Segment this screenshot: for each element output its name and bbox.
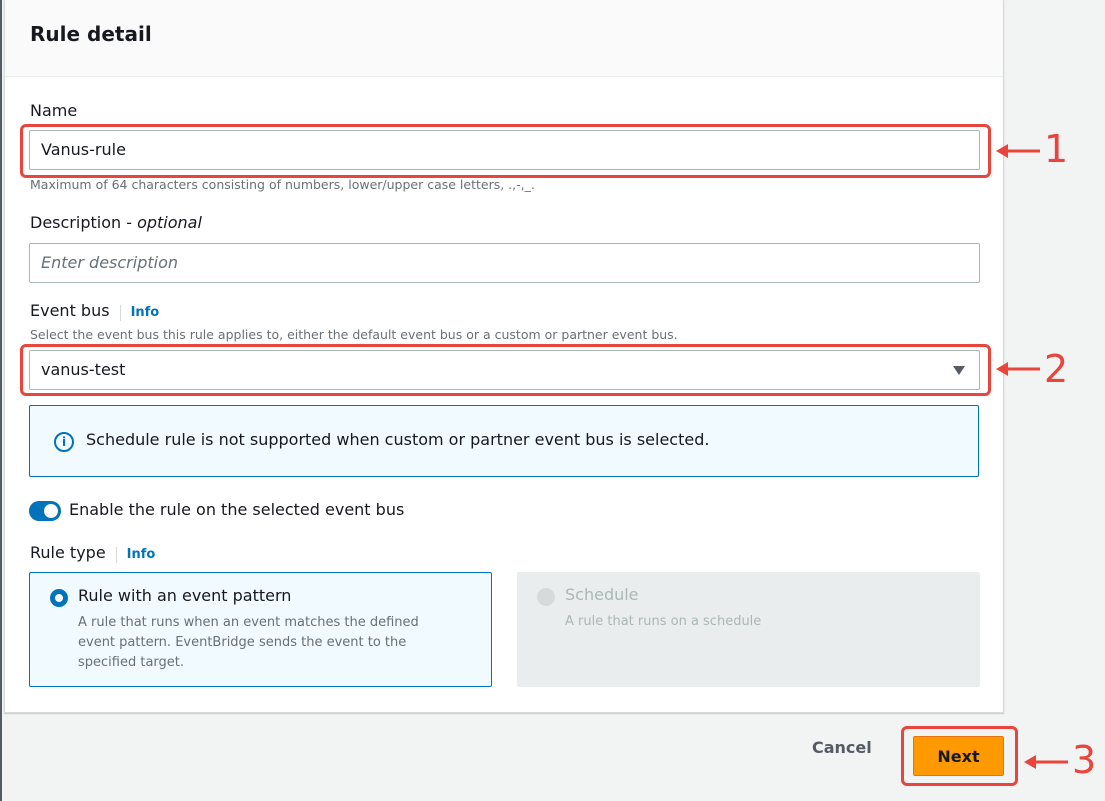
event-bus-hint: Select the event bus this rule applies t… [30, 327, 678, 342]
description-optional-text: optional [137, 213, 202, 232]
annotation-number-1: 1 [1044, 127, 1069, 171]
radio-selected-icon[interactable] [50, 589, 68, 607]
page-edge [0, 0, 2, 801]
event-bus-info-link[interactable]: Info [119, 305, 159, 321]
info-alert: i Schedule rule is not supported when cu… [29, 405, 979, 477]
option-description: A rule that runs on a schedule [565, 614, 762, 629]
rule-type-option-event-pattern[interactable]: Rule with an event pattern A rule that r… [29, 572, 492, 687]
panel-title: Rule detail [30, 22, 152, 46]
description-label-text: Description - [30, 213, 138, 232]
event-bus-label: Event bus Info [30, 301, 159, 321]
rule-type-label: Rule type Info [30, 543, 155, 563]
annotation-box-1 [20, 124, 991, 178]
enable-rule-toggle[interactable] [29, 501, 61, 521]
toggle-knob [44, 504, 58, 518]
annotation-arrow-2-icon [996, 362, 1040, 376]
rule-type-option-schedule: Schedule A rule that runs on a schedule [517, 572, 980, 687]
annotation-number-3: 3 [1072, 738, 1097, 782]
option-title: Schedule [565, 585, 639, 604]
annotation-box-2 [20, 344, 991, 396]
option-description: A rule that runs when an event matches t… [78, 615, 419, 670]
description-label: Description - optional [30, 213, 202, 232]
event-bus-label-text: Event bus [30, 301, 110, 320]
annotation-arrow-3-icon [1024, 755, 1068, 769]
option-title: Rule with an event pattern [78, 586, 292, 605]
enable-rule-label: Enable the rule on the selected event bu… [69, 500, 405, 519]
radio-disabled-icon [537, 588, 555, 606]
annotation-number-2: 2 [1044, 347, 1069, 391]
info-icon: i [54, 432, 74, 452]
description-input[interactable]: Enter description [29, 243, 980, 283]
panel-header [5, 0, 1003, 77]
cancel-button[interactable]: Cancel [812, 738, 872, 757]
rule-type-info-link[interactable]: Info [115, 547, 155, 563]
rule-type-label-text: Rule type [30, 543, 106, 562]
name-label: Name [30, 101, 78, 120]
name-hint: Maximum of 64 characters consisting of n… [30, 177, 535, 192]
annotation-arrow-1-icon [996, 144, 1040, 158]
annotation-box-3 [901, 726, 1018, 786]
alert-text: Schedule rule is not supported when cust… [86, 430, 710, 449]
